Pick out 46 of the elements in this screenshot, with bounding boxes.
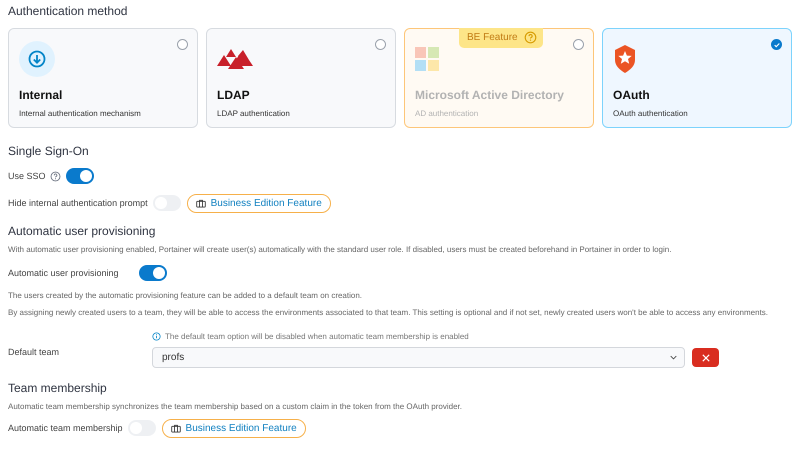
help-text: By assigning newly created users to a team, they will be able to access the environments associated to that team. This setting is optional and if not set, newly created users won't be able to access any environments. [8, 308, 770, 317]
chevron-down-icon [670, 355, 677, 360]
option-description: OAuth authentication [613, 109, 689, 118]
section-heading: Single Sign-On [8, 143, 90, 159]
briefcase-icon [196, 198, 206, 208]
option-title: Microsoft Active Directory [415, 88, 565, 103]
clear-button[interactable] [692, 348, 719, 367]
radio-button[interactable] [771, 39, 782, 50]
section-description: With automatic user provisioning enabled, Portainer will create user(s) automatically with the standard user role. If disabled, users must be created beforehand in Portainer in order to login. [8, 245, 672, 254]
toggle-switch[interactable] [66, 168, 94, 184]
help-icon [524, 31, 537, 44]
option-title: Internal [19, 88, 64, 103]
business-edition-badge[interactable]: Business Edition Feature [162, 418, 306, 438]
section-heading: Team membership [8, 380, 108, 396]
toggle-switch[interactable] [139, 265, 167, 281]
business-edition-badge[interactable]: Business Edition Feature [186, 194, 331, 212]
radio-button[interactable] [375, 39, 386, 50]
toggle-label: Use SSO [8, 171, 46, 181]
option-title: LDAP [217, 88, 251, 103]
option-description: AD authentication [415, 109, 480, 118]
briefcase-icon [170, 424, 181, 432]
shield-star-icon [613, 45, 637, 73]
auth-option-card[interactable]: OAuth OAuth authentication [602, 28, 792, 128]
be-feature-badge: BE Feature [459, 28, 543, 48]
team-select[interactable]: profs [152, 347, 685, 368]
auth-option-card[interactable]: LDAP LDAP authentication [206, 28, 396, 128]
toggle-label: Automatic team membership [8, 423, 123, 433]
option-description: LDAP authentication [217, 109, 291, 118]
close-icon [702, 354, 710, 362]
download-icon [19, 41, 55, 77]
option-description: Internal authentication mechanism [19, 109, 142, 118]
field-label: Default team [8, 346, 60, 359]
checkmark-icon [772, 40, 780, 48]
radio-button[interactable] [177, 39, 188, 50]
info-icon [152, 332, 161, 341]
help-text: The users created by the automatic provisioning feature can be added to a default team on creation. [8, 291, 363, 300]
mountains-icon [217, 49, 253, 69]
windows-logo-icon [415, 47, 439, 71]
section-heading: Automatic user provisioning [8, 223, 156, 239]
toggle-label: Hide internal authentication prompt [8, 198, 148, 208]
section-heading: Authentication method [8, 3, 128, 19]
option-title: OAuth [613, 88, 651, 103]
auth-option-card[interactable]: Internal Internal authentication mechanism [8, 28, 198, 128]
hint-text: The default team option will be disabled when automatic team membership is enabled [165, 332, 469, 341]
toggle-label: Automatic user provisioning [8, 268, 120, 278]
section-description: Automatic team membership synchronizes the team membership based on a custom claim in the token from the OAuth provider. [8, 402, 463, 411]
